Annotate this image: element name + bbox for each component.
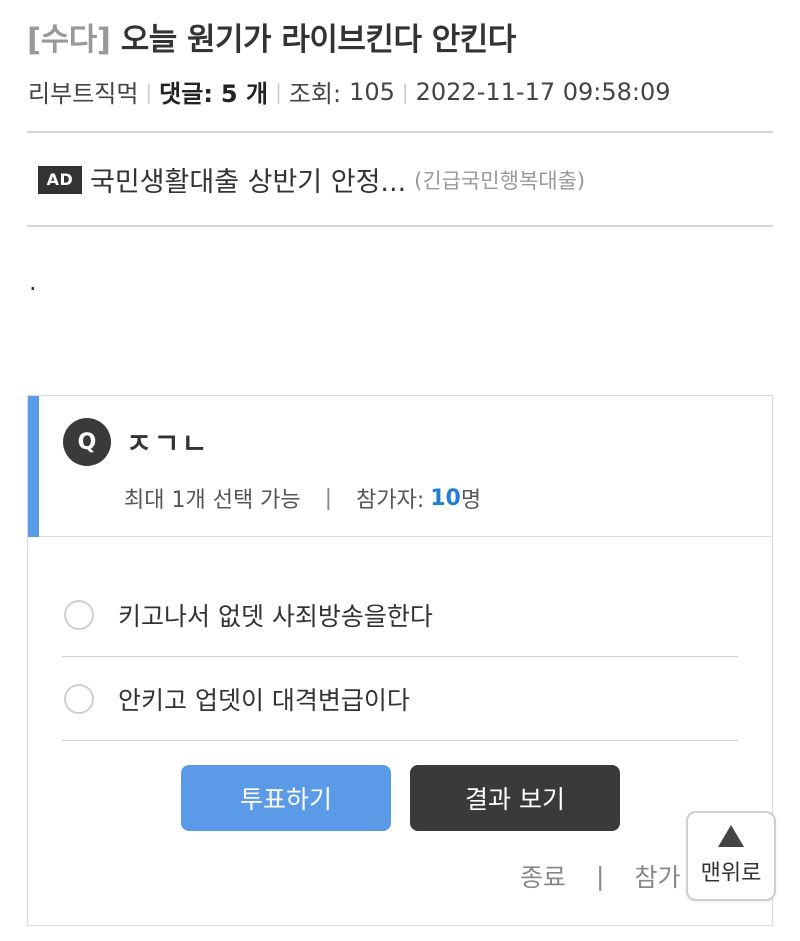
poll-footer: 종료 | 참가 xyxy=(520,858,680,894)
poll-option[interactable]: 안키고 업뎃이 대격변급이다 xyxy=(62,657,738,741)
divider-bottom xyxy=(27,225,773,227)
post-body: . xyxy=(29,268,37,296)
post-category-tag: [수다] xyxy=(27,22,111,58)
meta-separator: | xyxy=(145,79,153,104)
vote-button[interactable]: 투표하기 xyxy=(181,765,391,831)
comments-count[interactable]: 5 개 xyxy=(221,74,268,109)
participants-label: 참가자: xyxy=(356,488,425,513)
poll-option[interactable]: 키고나서 없뎃 사죄방송을한다 xyxy=(62,573,738,657)
ad-banner[interactable]: AD 국민생활대출 상반기 안정... (긴급국민행복대출) xyxy=(38,160,585,199)
poll-option-label: 키고나서 없뎃 사죄방송을한다 xyxy=(118,601,433,631)
poll-option-label: 안키고 업뎃이 대격변급이다 xyxy=(118,685,410,715)
views-label: 조회: xyxy=(288,80,342,108)
scroll-top-button[interactable]: 맨위로 xyxy=(686,811,776,901)
views-count: 105 xyxy=(349,77,395,106)
poll-info: 최대 1개 선택 가능 | 참가자: 10 명 xyxy=(124,482,481,514)
radio-button[interactable] xyxy=(64,599,94,630)
ad-badge: AD xyxy=(38,165,82,194)
poll-question: ㅈㄱㄴ xyxy=(126,427,210,460)
scroll-top-label: 맨위로 xyxy=(700,861,762,886)
meta-separator: | xyxy=(275,79,282,104)
poll-info-divider: | xyxy=(324,485,333,511)
poll-footer-divider: | xyxy=(596,861,605,891)
ad-text[interactable]: 국민생활대출 상반기 안정... xyxy=(90,160,406,199)
post-datetime: 2022-11-17 09:58:09 xyxy=(415,77,671,106)
meta-separator: | xyxy=(401,79,409,104)
poll-participate-link[interactable]: 참가 xyxy=(634,858,680,894)
arrow-up-icon xyxy=(718,825,744,847)
comments-label: 댓글: xyxy=(159,80,213,108)
poll-header: Q ㅈㄱㄴ 최대 1개 선택 가능 | 참가자: 10 명 xyxy=(28,396,772,537)
radio-button[interactable] xyxy=(64,683,94,714)
post-meta: 리부트직먹 | 댓글: 5 개 | 조회: 105 | 2022-11-17 0… xyxy=(28,74,671,109)
post-title-text: 오늘 원기가 라이브킨다 안킨다 xyxy=(120,22,517,58)
participants-unit: 명 xyxy=(460,488,482,513)
view-results-button[interactable]: 결과 보기 xyxy=(410,765,620,831)
poll-box: Q ㅈㄱㄴ 최대 1개 선택 가능 | 참가자: 10 명 키고나서 없뎃 사죄… xyxy=(27,395,773,926)
poll-close-link[interactable]: 종료 xyxy=(520,858,566,894)
participants-count: 10 xyxy=(430,485,461,511)
post-title: [수다] 오늘 원기가 라이브킨다 안킨다 xyxy=(27,14,516,59)
poll-accent-bar xyxy=(28,396,39,537)
post-author[interactable]: 리부트직먹 xyxy=(28,74,138,109)
poll-max-select: 최대 1개 선택 가능 xyxy=(124,488,301,513)
ad-source: (긴급국민행복대출) xyxy=(414,168,586,193)
question-badge: Q xyxy=(63,418,111,466)
divider-top xyxy=(27,131,773,133)
